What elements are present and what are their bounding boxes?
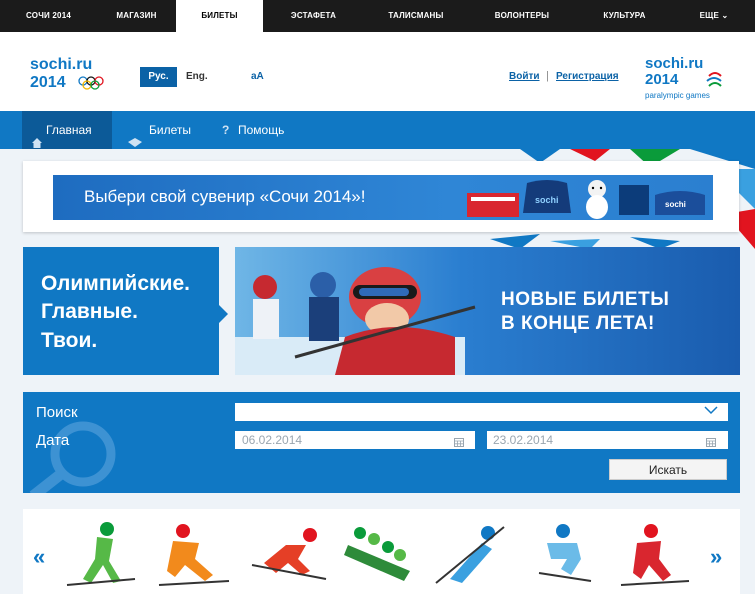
hero-title-line2: В КОНЦЕ ЛЕТА! (501, 313, 655, 334)
date-label: Дата (36, 432, 70, 449)
sport-pictogram-slalom[interactable] (615, 519, 693, 589)
hero-title-line1: НОВЫЕ БИЛЕТЫ (501, 289, 670, 310)
help-icon: ? (222, 123, 230, 137)
sport-pictogram-snowboard[interactable] (525, 519, 603, 589)
calendar-icon[interactable] (706, 434, 716, 447)
sochi-logo[interactable]: sochi.ru 2014 (30, 54, 115, 90)
paralympic-logo[interactable]: sochi.ru 2014 paralympic games (643, 54, 731, 102)
souvenir-banner-text: Выбери свой сувенир «Сочи 2014»! (84, 187, 366, 206)
nav-help-label: Помощь (238, 123, 285, 137)
sport-pictogram-alpine[interactable] (155, 519, 233, 589)
nav-tickets[interactable]: Билеты (122, 111, 210, 149)
top-nav-relay[interactable]: ЭСТАФЕТА (263, 0, 364, 32)
hero-slogan-line2: Главные. (41, 300, 138, 323)
main-nav: Главная Билеты ? Помощь (0, 111, 755, 149)
login-link[interactable]: Войти (509, 71, 540, 82)
nav-tickets-label: Билеты (149, 123, 191, 137)
date-from-value: 06.02.2014 (242, 433, 303, 447)
hero-slogan-line1: Олимпийские. (41, 272, 190, 295)
hero-pointer (219, 305, 228, 323)
search-label: Поиск (36, 404, 78, 421)
login-separator: | (546, 70, 549, 82)
para-logo-sub: paralympic games (645, 91, 710, 100)
svg-text:sochi: sochi (665, 200, 686, 209)
logo-text-top: sochi.ru (30, 56, 92, 73)
font-size-button[interactable]: aA (251, 67, 264, 87)
top-nav-more[interactable]: ЕЩЕ ⌄ (673, 0, 755, 32)
lang-ru-button[interactable]: Рус. (140, 67, 177, 87)
carousel-next-button[interactable]: » (710, 544, 722, 570)
hero-banner-image[interactable] (235, 247, 740, 375)
nav-home[interactable]: Главная (22, 111, 112, 149)
search-select[interactable] (235, 403, 728, 421)
sport-pictogram-ski-jump[interactable] (430, 519, 508, 589)
top-nav-mascots[interactable]: ТАЛИСМАНЫ (364, 0, 468, 32)
sport-pictogram-bobsleigh[interactable] (340, 519, 418, 589)
date-to-value: 23.02.2014 (493, 433, 554, 447)
para-logo-top: sochi.ru (645, 55, 703, 72)
para-logo-bottom: 2014 (645, 71, 679, 88)
hero-slogan-line3: Твои. (41, 329, 98, 352)
nav-help[interactable]: ? Помощь (212, 111, 307, 149)
souvenir-goods-image: sochi sochi (467, 180, 705, 219)
top-nav-volunteers[interactable]: ВОЛОНТЕРЫ (468, 0, 576, 32)
sport-pictogram-downhill[interactable] (250, 519, 328, 589)
sport-pictogram-cross-country[interactable] (65, 519, 143, 589)
ticket-icon (128, 125, 142, 147)
chevron-down-icon[interactable] (704, 405, 718, 418)
top-nav-tickets[interactable]: БИЛЕТЫ (176, 0, 263, 32)
top-nav-sochi2014[interactable]: СОЧИ 2014 (0, 0, 97, 32)
svg-text:sochi: sochi (535, 195, 559, 205)
lang-en-button[interactable]: Eng. (186, 67, 208, 87)
calendar-icon[interactable] (454, 434, 464, 447)
nav-home-label: Главная (46, 123, 92, 137)
logo-text-bottom: 2014 (30, 74, 66, 90)
top-nav: СОЧИ 2014 МАГАЗИН БИЛЕТЫ ЭСТАФЕТА ТАЛИСМ… (0, 0, 755, 32)
search-button[interactable]: Искать (609, 459, 727, 480)
carousel-prev-button[interactable]: « (33, 544, 45, 570)
home-icon (32, 125, 42, 148)
top-nav-shop[interactable]: МАГАЗИН (97, 0, 176, 32)
register-link[interactable]: Регистрация (556, 71, 619, 82)
top-nav-culture[interactable]: КУЛЬТУРА (576, 0, 673, 32)
